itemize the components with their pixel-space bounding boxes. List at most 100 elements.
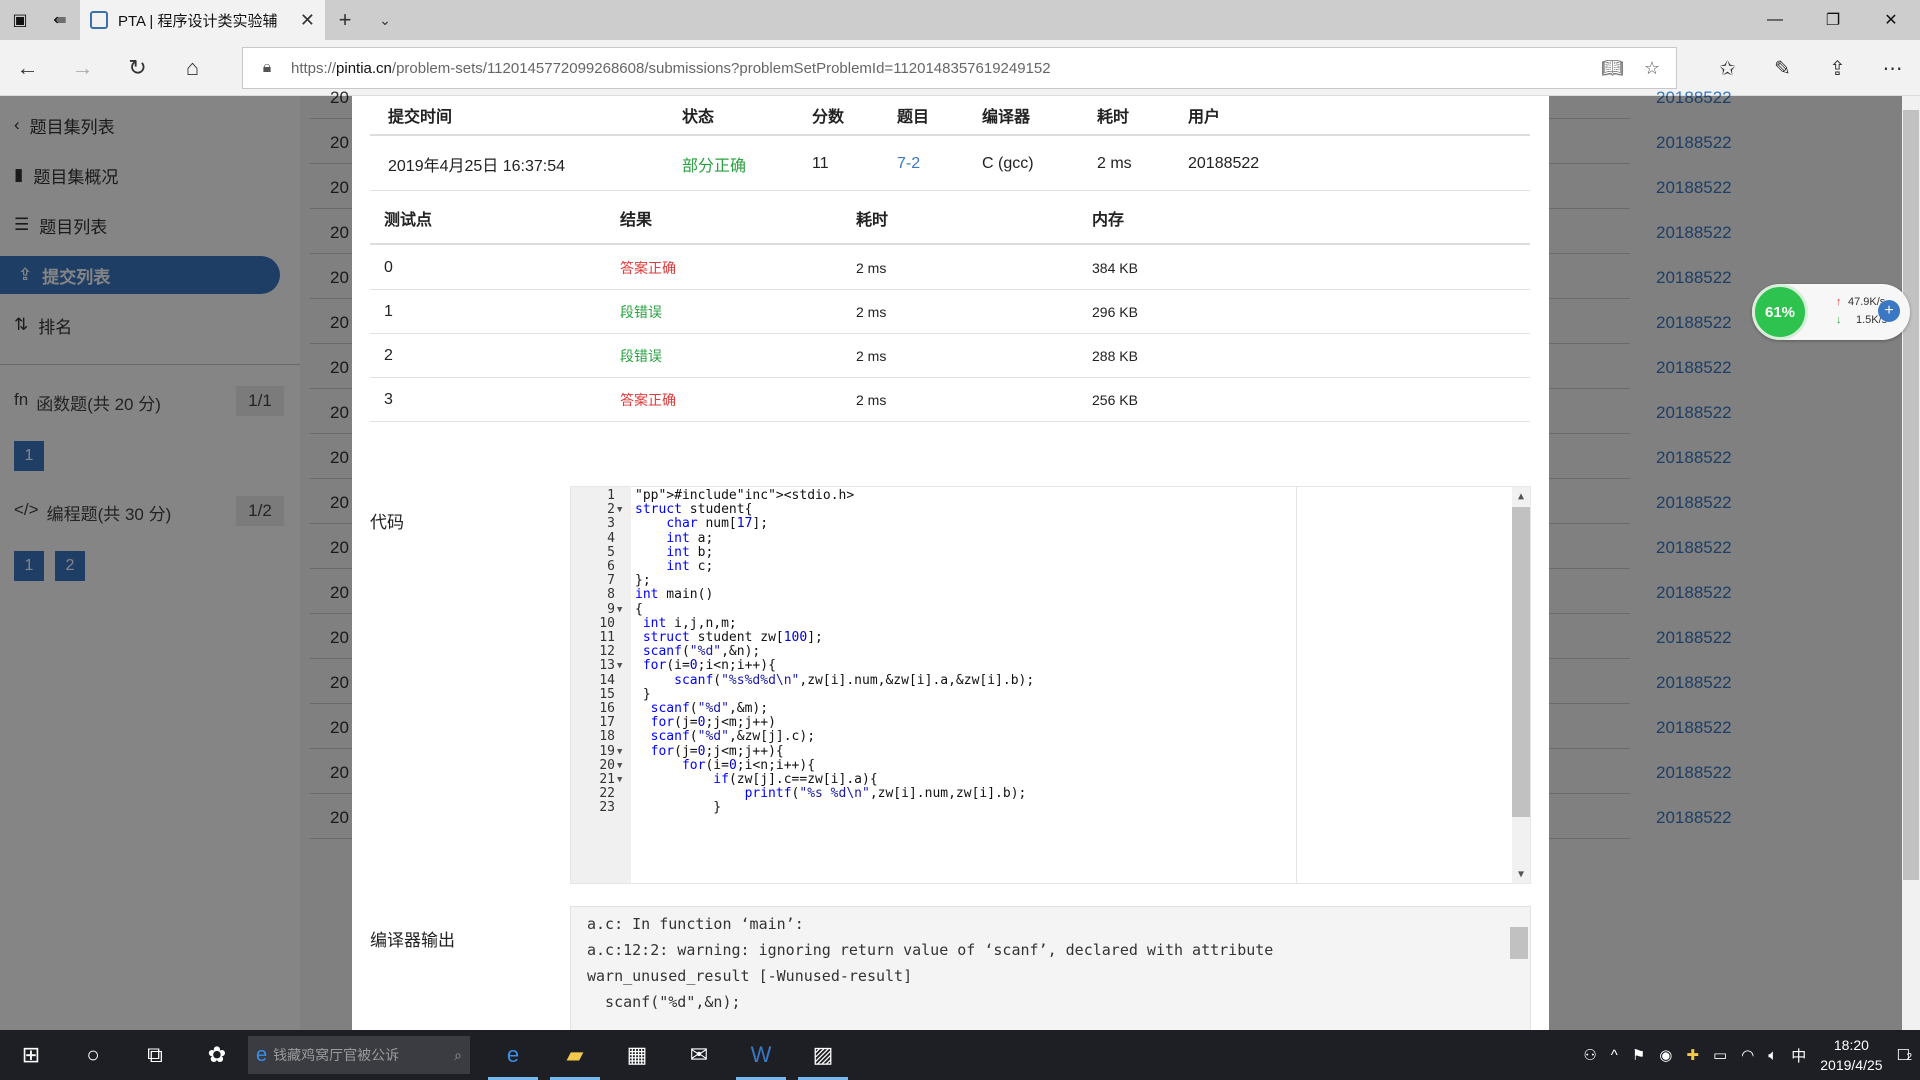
print-margin (1296, 487, 1297, 883)
memory-usage-indicator: 61% (1752, 284, 1808, 340)
network-speed-widget[interactable]: 61% ↑ 47.9K/s ↓ 1.5K/s + (1752, 284, 1910, 340)
store-icon[interactable]: ▦ (606, 1030, 668, 1080)
page-scroll-thumb[interactable] (1903, 110, 1919, 880)
scroll-down-icon[interactable]: ▼ (1512, 865, 1530, 883)
compiler-output[interactable]: a.c: In function ‘main’: a.c:12:2: warni… (570, 906, 1531, 1030)
code-line: struct student{ (635, 502, 753, 518)
scroll-up-icon[interactable]: ▲ (1512, 487, 1530, 505)
problem-link[interactable]: 7-2 (897, 137, 920, 190)
line-number: 6 (607, 559, 615, 574)
restore-icon[interactable]: ❐ (1804, 0, 1862, 40)
line-number: 9 (607, 601, 615, 617)
set-aside-tabs-icon[interactable]: ⇚ (40, 0, 80, 40)
line-number: 12 (599, 644, 615, 660)
notes-icon[interactable]: ✎ (1755, 40, 1810, 96)
testcase-result: 答案正确 (620, 259, 676, 276)
fold-toggle-icon[interactable]: ▼ (617, 503, 622, 517)
testcase-time: 2 ms (856, 391, 887, 408)
pta-favicon-icon (90, 11, 108, 29)
fold-toggle-icon[interactable]: ▼ (617, 745, 622, 759)
close-tab-icon[interactable]: ✕ (300, 10, 315, 31)
fold-toggle-icon[interactable]: ▼ (617, 773, 622, 787)
edge-search-icon: e (256, 1043, 268, 1066)
code-line: int c; (666, 559, 714, 574)
output-scroll-thumb[interactable] (1510, 927, 1528, 959)
share-icon[interactable]: ⇪ (1810, 40, 1865, 96)
mail-icon[interactable]: ✉ (668, 1030, 730, 1080)
fold-toggle-icon[interactable]: ▼ (617, 603, 622, 617)
line-number: 2 (607, 502, 615, 518)
refresh-icon[interactable]: ↻ (110, 40, 165, 96)
back-icon[interactable]: ← (0, 40, 55, 96)
duration: 2 ms (1097, 154, 1132, 172)
pinwheel-app-icon[interactable]: ✿ (186, 1030, 248, 1080)
notification-center-icon[interactable]: ☐ 2 (1897, 1046, 1913, 1064)
fold-toggle-icon[interactable]: ▼ (617, 659, 622, 673)
testcase-id: 0 (384, 258, 393, 276)
code-line: }; (635, 573, 651, 589)
wifi-icon[interactable]: ◠ (1741, 1046, 1754, 1064)
header-submit-time: 提交时间 (388, 109, 453, 126)
line-number: 22 (599, 786, 615, 802)
testcase-id: 2 (384, 346, 393, 364)
header-result: 结果 (620, 211, 653, 229)
home-icon[interactable]: ⌂ (165, 40, 220, 96)
lock-icon[interactable]: 🔒︎ (243, 59, 291, 77)
line-number: 4 (607, 530, 615, 546)
battery-icon[interactable]: ▭ (1713, 1046, 1727, 1064)
volume-icon[interactable]: 🔈︎ (1768, 1047, 1777, 1064)
edge-browser-icon[interactable]: e (482, 1030, 544, 1080)
code-line: for(i=0;i<n;i++){ (681, 757, 816, 773)
favorite-star-icon[interactable]: ☆ (1644, 58, 1660, 79)
code-line: "pp">#include"inc"><stdio.h> (635, 488, 855, 503)
testcase-table-header: 测试点 结果 耗时 内存 (370, 192, 1530, 245)
file-explorer-icon[interactable]: ▰ (544, 1030, 606, 1080)
photos-icon[interactable]: ▨ (792, 1030, 854, 1080)
testcase-result: 答案正确 (620, 391, 676, 408)
header-testcase: 测试点 (384, 211, 433, 229)
code-line: } (635, 686, 651, 702)
submission-table-header: 提交时间 状态 分数 题目 编译器 耗时 用户 (370, 96, 1530, 136)
taskbar-search[interactable]: e 钱藏鸡窝厅官被公诉 ⌕ (248, 1036, 470, 1074)
chevron-down-icon[interactable]: ⌄ (365, 0, 405, 40)
search-icon[interactable]: ⌕ (454, 1047, 462, 1064)
line-number: 16 (599, 701, 615, 716)
more-icon[interactable]: ⋯ (1865, 40, 1920, 96)
people-icon[interactable]: ⚇ (1583, 1046, 1596, 1064)
code-line: } (635, 800, 722, 816)
fold-toggle-icon[interactable]: ▼ (617, 759, 622, 773)
close-window-icon[interactable]: ✕ (1862, 0, 1920, 40)
code-editor[interactable]: 1 2 ▼ 3 4 5 6 7 8 9 ▼ 10 11 12 13 ▼ 14 15 16 17 18 19 ▼ 20 ▼ 21 ▼ 2… (570, 486, 1531, 884)
testcase-row: 3 答案正确 2 ms 256 KB (370, 378, 1530, 422)
output-line: warn_unused_result [-Wunused-result] (587, 967, 913, 985)
line-number: 11 (599, 630, 615, 645)
line-number: 21 (599, 772, 615, 787)
tray-app-icon[interactable]: ⚑ (1632, 1046, 1645, 1064)
header-compiler: 编译器 (982, 109, 1031, 126)
browser-tab[interactable]: PTA | 程序设计类实验辅 ✕ (80, 0, 325, 40)
code-line: scanf("%d",&zw[j].c); (650, 729, 816, 745)
tray-plus-icon[interactable]: ✚ (1686, 1046, 1699, 1064)
new-tab-icon[interactable]: + (325, 0, 365, 40)
testcase-result: 段错误 (620, 347, 662, 364)
chevron-up-icon[interactable]: ^ (1611, 1047, 1618, 1064)
task-view-icon[interactable]: ⧉ (124, 1030, 186, 1080)
header-status: 状态 (682, 109, 715, 126)
code-line: int main() (635, 587, 714, 603)
code-line: printf("%s %d\n",zw[i].num,zw[i].b); (744, 786, 1027, 802)
testcase-memory: 296 KB (1092, 303, 1138, 320)
input-method-indicator[interactable]: 中 (1791, 1045, 1806, 1066)
wps-writer-icon[interactable]: W (730, 1030, 792, 1080)
windows-start-icon[interactable]: ⊞ (0, 1030, 62, 1080)
minimize-icon[interactable]: — (1746, 0, 1804, 40)
cortana-icon[interactable]: ○ (62, 1030, 124, 1080)
line-number: 7 (607, 573, 615, 589)
chrome-icon[interactable]: ◉ (1659, 1046, 1672, 1064)
taskbar-clock[interactable]: 18:20 2019/4/25 (1820, 1035, 1882, 1075)
tab-manager-icon[interactable]: ▣ (0, 0, 40, 40)
window-controls: — ❐ ✕ (1746, 0, 1920, 40)
accelerate-plus-icon[interactable]: + (1878, 300, 1900, 322)
code-line: int i,j,n,m; (642, 615, 737, 631)
code-scroll-thumb[interactable] (1512, 507, 1530, 817)
forward-icon[interactable]: → (55, 40, 110, 96)
